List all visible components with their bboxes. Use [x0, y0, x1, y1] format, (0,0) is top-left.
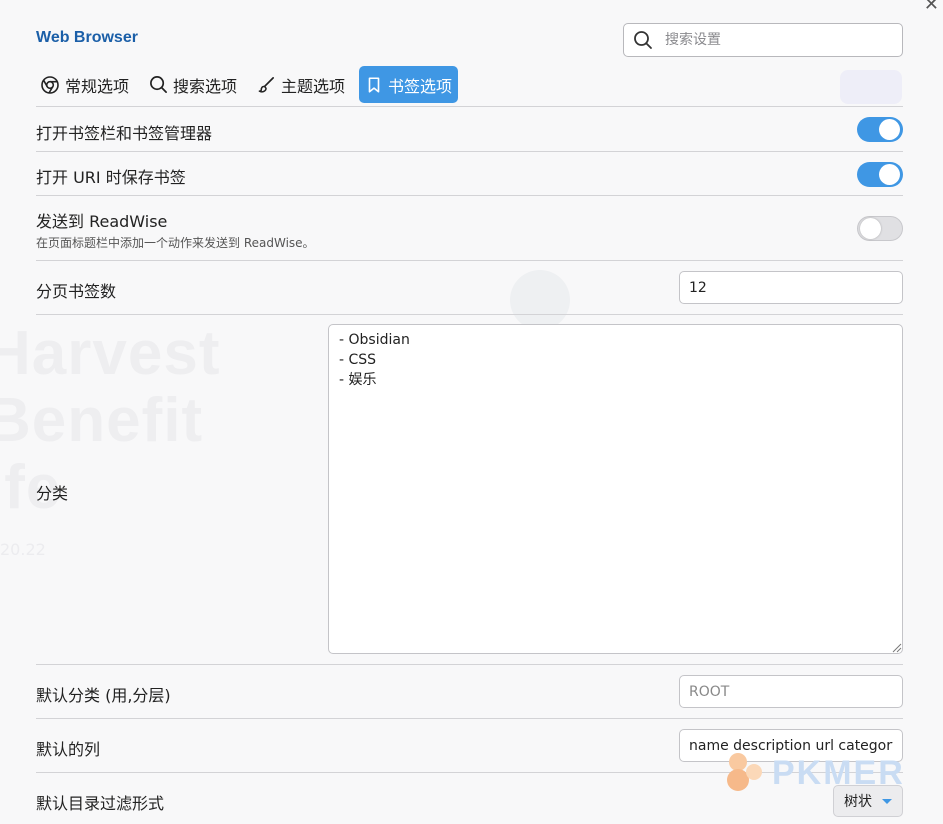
tab-label: 常规选项	[65, 76, 130, 96]
setting-label: 打开 URI 时保存书签	[36, 168, 186, 187]
setting-row: 分类 - Obsidian - CSS - 娱乐	[36, 314, 903, 664]
setting-label: 默认目录过滤形式	[36, 794, 165, 813]
categories-textarea[interactable]: - Obsidian - CSS - 娱乐	[328, 324, 903, 654]
tab-search[interactable]: 搜索选项	[143, 66, 243, 103]
tab-label: 搜索选项	[173, 76, 238, 96]
resize-grip-icon[interactable]	[890, 641, 902, 653]
toggle-knob	[860, 218, 881, 239]
search-box[interactable]	[623, 23, 903, 57]
setting-description: 在页面标题栏中添加一个动作来发送到 ReadWise。	[36, 236, 315, 250]
pkmer-logo-icon	[727, 753, 762, 791]
save-on-uri-toggle[interactable]	[857, 162, 903, 187]
setting-label: 默认分类 (用,分层)	[36, 686, 171, 705]
watermark: PKMER	[722, 750, 905, 796]
tab-theme[interactable]: 主题选项	[251, 66, 351, 103]
setting-label: 默认的列	[36, 740, 101, 759]
search-input[interactable]	[665, 32, 885, 48]
setting-row: 分页书签数	[36, 260, 903, 314]
bookmarks-per-page-input[interactable]	[679, 271, 903, 304]
tab-label: 书签选项	[388, 76, 453, 96]
settings-tabs: 常规选项 搜索选项 主题选项 书签选项	[34, 66, 459, 103]
search-icon	[150, 76, 167, 93]
readwise-toggle[interactable]	[857, 216, 903, 241]
search-icon	[634, 31, 652, 49]
brush-icon	[258, 76, 275, 93]
background-shape	[840, 70, 902, 104]
watermark-text: PKMER	[772, 753, 905, 792]
bookmark-bar-toggle[interactable]	[857, 117, 903, 142]
setting-label: 发送到 ReadWise	[36, 212, 168, 231]
setting-label: 打开书签栏和书签管理器	[36, 124, 213, 143]
chevron-down-icon	[882, 799, 892, 804]
bookmark-icon	[368, 76, 380, 93]
tab-label: 主题选项	[281, 76, 346, 96]
toggle-knob	[879, 164, 900, 185]
default-category-input[interactable]	[679, 675, 903, 708]
tab-bookmarks[interactable]: 书签选项	[359, 66, 459, 103]
setting-row: 默认分类 (用,分层)	[36, 664, 903, 718]
setting-row: 打开书签栏和书签管理器	[36, 106, 903, 151]
tab-general[interactable]: 常规选项	[34, 66, 135, 103]
toggle-knob	[879, 119, 900, 140]
setting-row: 发送到 ReadWise 在页面标题栏中添加一个动作来发送到 ReadWise。	[36, 195, 903, 260]
close-icon[interactable]: ✕	[924, 0, 939, 15]
setting-label: 分页书签数	[36, 282, 117, 301]
setting-row: 打开 URI 时保存书签	[36, 151, 903, 195]
window-title: Web Browser	[36, 29, 138, 46]
setting-label: 分类	[36, 484, 69, 503]
chrome-icon	[41, 75, 59, 94]
